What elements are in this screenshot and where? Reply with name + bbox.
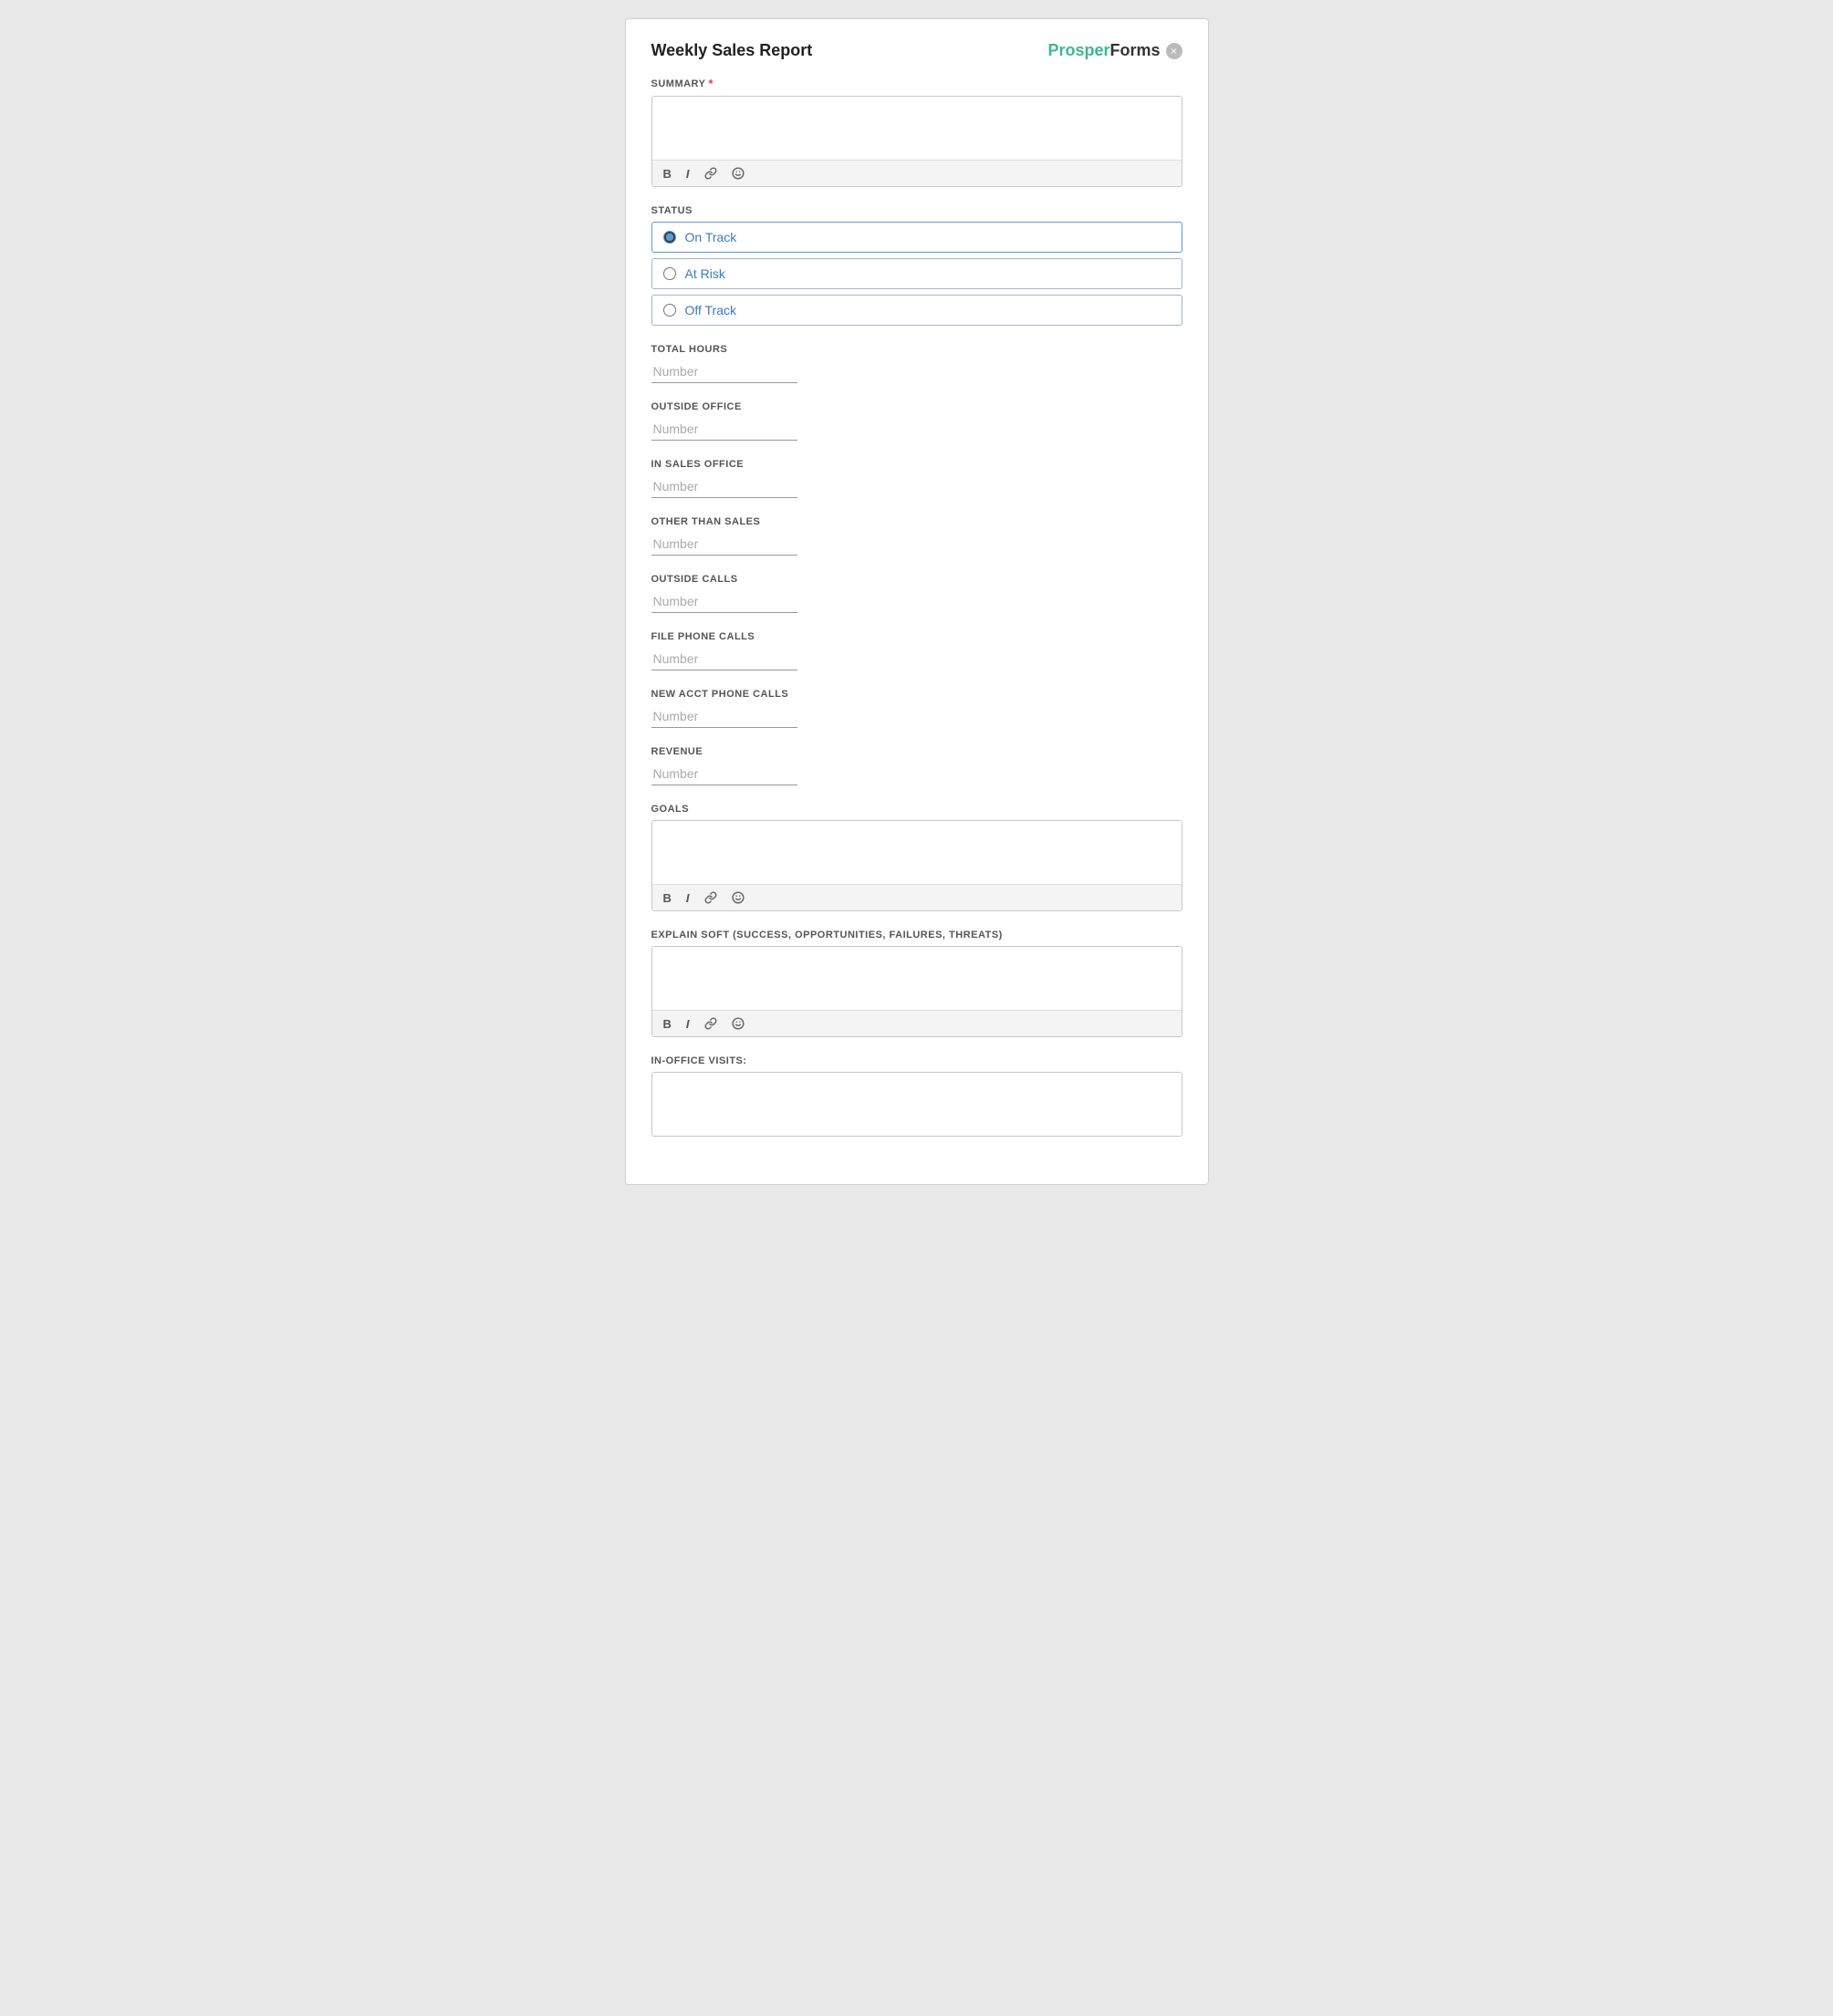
summary-italic-button[interactable]: I — [682, 166, 693, 182]
status-off-track-label[interactable]: Off Track — [685, 303, 737, 317]
outside-office-section: OUTSIDE OFFICE — [651, 401, 1182, 441]
status-at-risk-label[interactable]: At Risk — [685, 266, 725, 281]
status-label: STATUS — [651, 205, 1182, 216]
goals-italic-button[interactable]: I — [682, 890, 693, 906]
summary-bold-button[interactable]: B — [660, 166, 675, 182]
brand-prosper: Prosper — [1047, 41, 1109, 60]
revenue-section: REVENUE — [651, 746, 1182, 785]
summary-input[interactable] — [652, 97, 1182, 155]
in-office-visits-input[interactable] — [652, 1073, 1182, 1131]
goals-link-button[interactable] — [701, 889, 721, 906]
outside-calls-input[interactable] — [651, 590, 797, 613]
new-acct-phone-calls-section: NEW ACCT PHONE CALLS — [651, 689, 1182, 728]
status-section: STATUS On Track At Risk Off Track — [651, 205, 1182, 326]
file-phone-calls-wrapper — [651, 648, 1182, 670]
explain-soft-section: EXPLAIN SOFT (SUCCESS, OPPORTUNITIES, FA… — [651, 930, 1182, 1037]
status-at-risk-radio[interactable] — [663, 267, 676, 280]
outside-calls-label: OUTSIDE CALLS — [651, 574, 1182, 585]
form-container: Weekly Sales Report Prosper Forms × SUMM… — [625, 18, 1209, 1185]
close-button[interactable]: × — [1166, 43, 1182, 59]
explain-soft-link-button[interactable] — [701, 1015, 721, 1032]
status-on-track-option[interactable]: On Track — [651, 222, 1182, 253]
new-acct-phone-calls-wrapper — [651, 705, 1182, 728]
goals-toolbar: B I — [652, 884, 1182, 910]
in-sales-office-label: IN SALES OFFICE — [651, 459, 1182, 470]
status-on-track-label[interactable]: On Track — [685, 230, 737, 244]
total-hours-section: TOTAL HOURS — [651, 344, 1182, 383]
file-phone-calls-section: FILE PHONE CALLS — [651, 631, 1182, 670]
explain-soft-bold-button[interactable]: B — [660, 1016, 675, 1032]
goals-rich-text-wrapper: B I — [651, 820, 1182, 911]
goals-bold-button[interactable]: B — [660, 890, 675, 906]
goals-emoji-button[interactable] — [728, 889, 748, 906]
summary-rich-text-wrapper: B I — [651, 96, 1182, 187]
other-than-sales-wrapper — [651, 533, 1182, 556]
summary-emoji-button[interactable] — [728, 165, 748, 182]
other-than-sales-label: OTHER THAN SALES — [651, 516, 1182, 527]
in-office-visits-wrapper — [651, 1072, 1182, 1137]
in-office-visits-label: IN-OFFICE VISITS: — [651, 1055, 1182, 1066]
logo-close-wrapper: Prosper Forms × — [1047, 41, 1182, 60]
explain-soft-input[interactable] — [652, 947, 1182, 1005]
summary-toolbar: B I — [652, 160, 1182, 186]
status-off-track-option[interactable]: Off Track — [651, 295, 1182, 326]
file-phone-calls-input[interactable] — [651, 648, 797, 670]
required-indicator: * — [708, 77, 713, 90]
in-sales-office-section: IN SALES OFFICE — [651, 459, 1182, 498]
form-header: Weekly Sales Report Prosper Forms × — [651, 41, 1182, 60]
in-sales-office-wrapper — [651, 475, 1182, 498]
revenue-label: REVENUE — [651, 746, 1182, 757]
explain-soft-toolbar: B I — [652, 1010, 1182, 1036]
revenue-input[interactable] — [651, 763, 797, 785]
brand-logo: Prosper Forms — [1047, 41, 1160, 60]
new-acct-phone-calls-label: NEW ACCT PHONE CALLS — [651, 689, 1182, 700]
form-title: Weekly Sales Report — [651, 41, 813, 60]
outside-calls-wrapper — [651, 590, 1182, 613]
total-hours-input[interactable] — [651, 360, 797, 383]
other-than-sales-section: OTHER THAN SALES — [651, 516, 1182, 556]
total-hours-label: TOTAL HOURS — [651, 344, 1182, 355]
outside-office-label: OUTSIDE OFFICE — [651, 401, 1182, 412]
explain-soft-emoji-button[interactable] — [728, 1015, 748, 1032]
in-sales-office-input[interactable] — [651, 475, 797, 498]
goals-label: GOALS — [651, 804, 1182, 815]
other-than-sales-input[interactable] — [651, 533, 797, 556]
explain-soft-rich-text-wrapper: B I — [651, 946, 1182, 1037]
summary-section: SUMMARY * B I — [651, 77, 1182, 187]
total-hours-wrapper — [651, 360, 1182, 383]
revenue-wrapper — [651, 763, 1182, 785]
outside-calls-section: OUTSIDE CALLS — [651, 574, 1182, 613]
brand-forms: Forms — [1109, 41, 1160, 60]
goals-input[interactable] — [652, 821, 1182, 879]
summary-label: SUMMARY * — [651, 77, 1182, 90]
goals-section: GOALS B I — [651, 804, 1182, 911]
outside-office-input[interactable] — [651, 418, 797, 441]
summary-link-button[interactable] — [701, 165, 721, 182]
status-on-track-radio[interactable] — [663, 231, 676, 244]
in-office-visits-section: IN-OFFICE VISITS: — [651, 1055, 1182, 1137]
explain-soft-label: EXPLAIN SOFT (SUCCESS, OPPORTUNITIES, FA… — [651, 930, 1182, 940]
outside-office-wrapper — [651, 418, 1182, 441]
status-at-risk-option[interactable]: At Risk — [651, 258, 1182, 289]
status-off-track-radio[interactable] — [663, 304, 676, 317]
explain-soft-italic-button[interactable]: I — [682, 1016, 693, 1032]
file-phone-calls-label: FILE PHONE CALLS — [651, 631, 1182, 642]
new-acct-phone-calls-input[interactable] — [651, 705, 797, 728]
